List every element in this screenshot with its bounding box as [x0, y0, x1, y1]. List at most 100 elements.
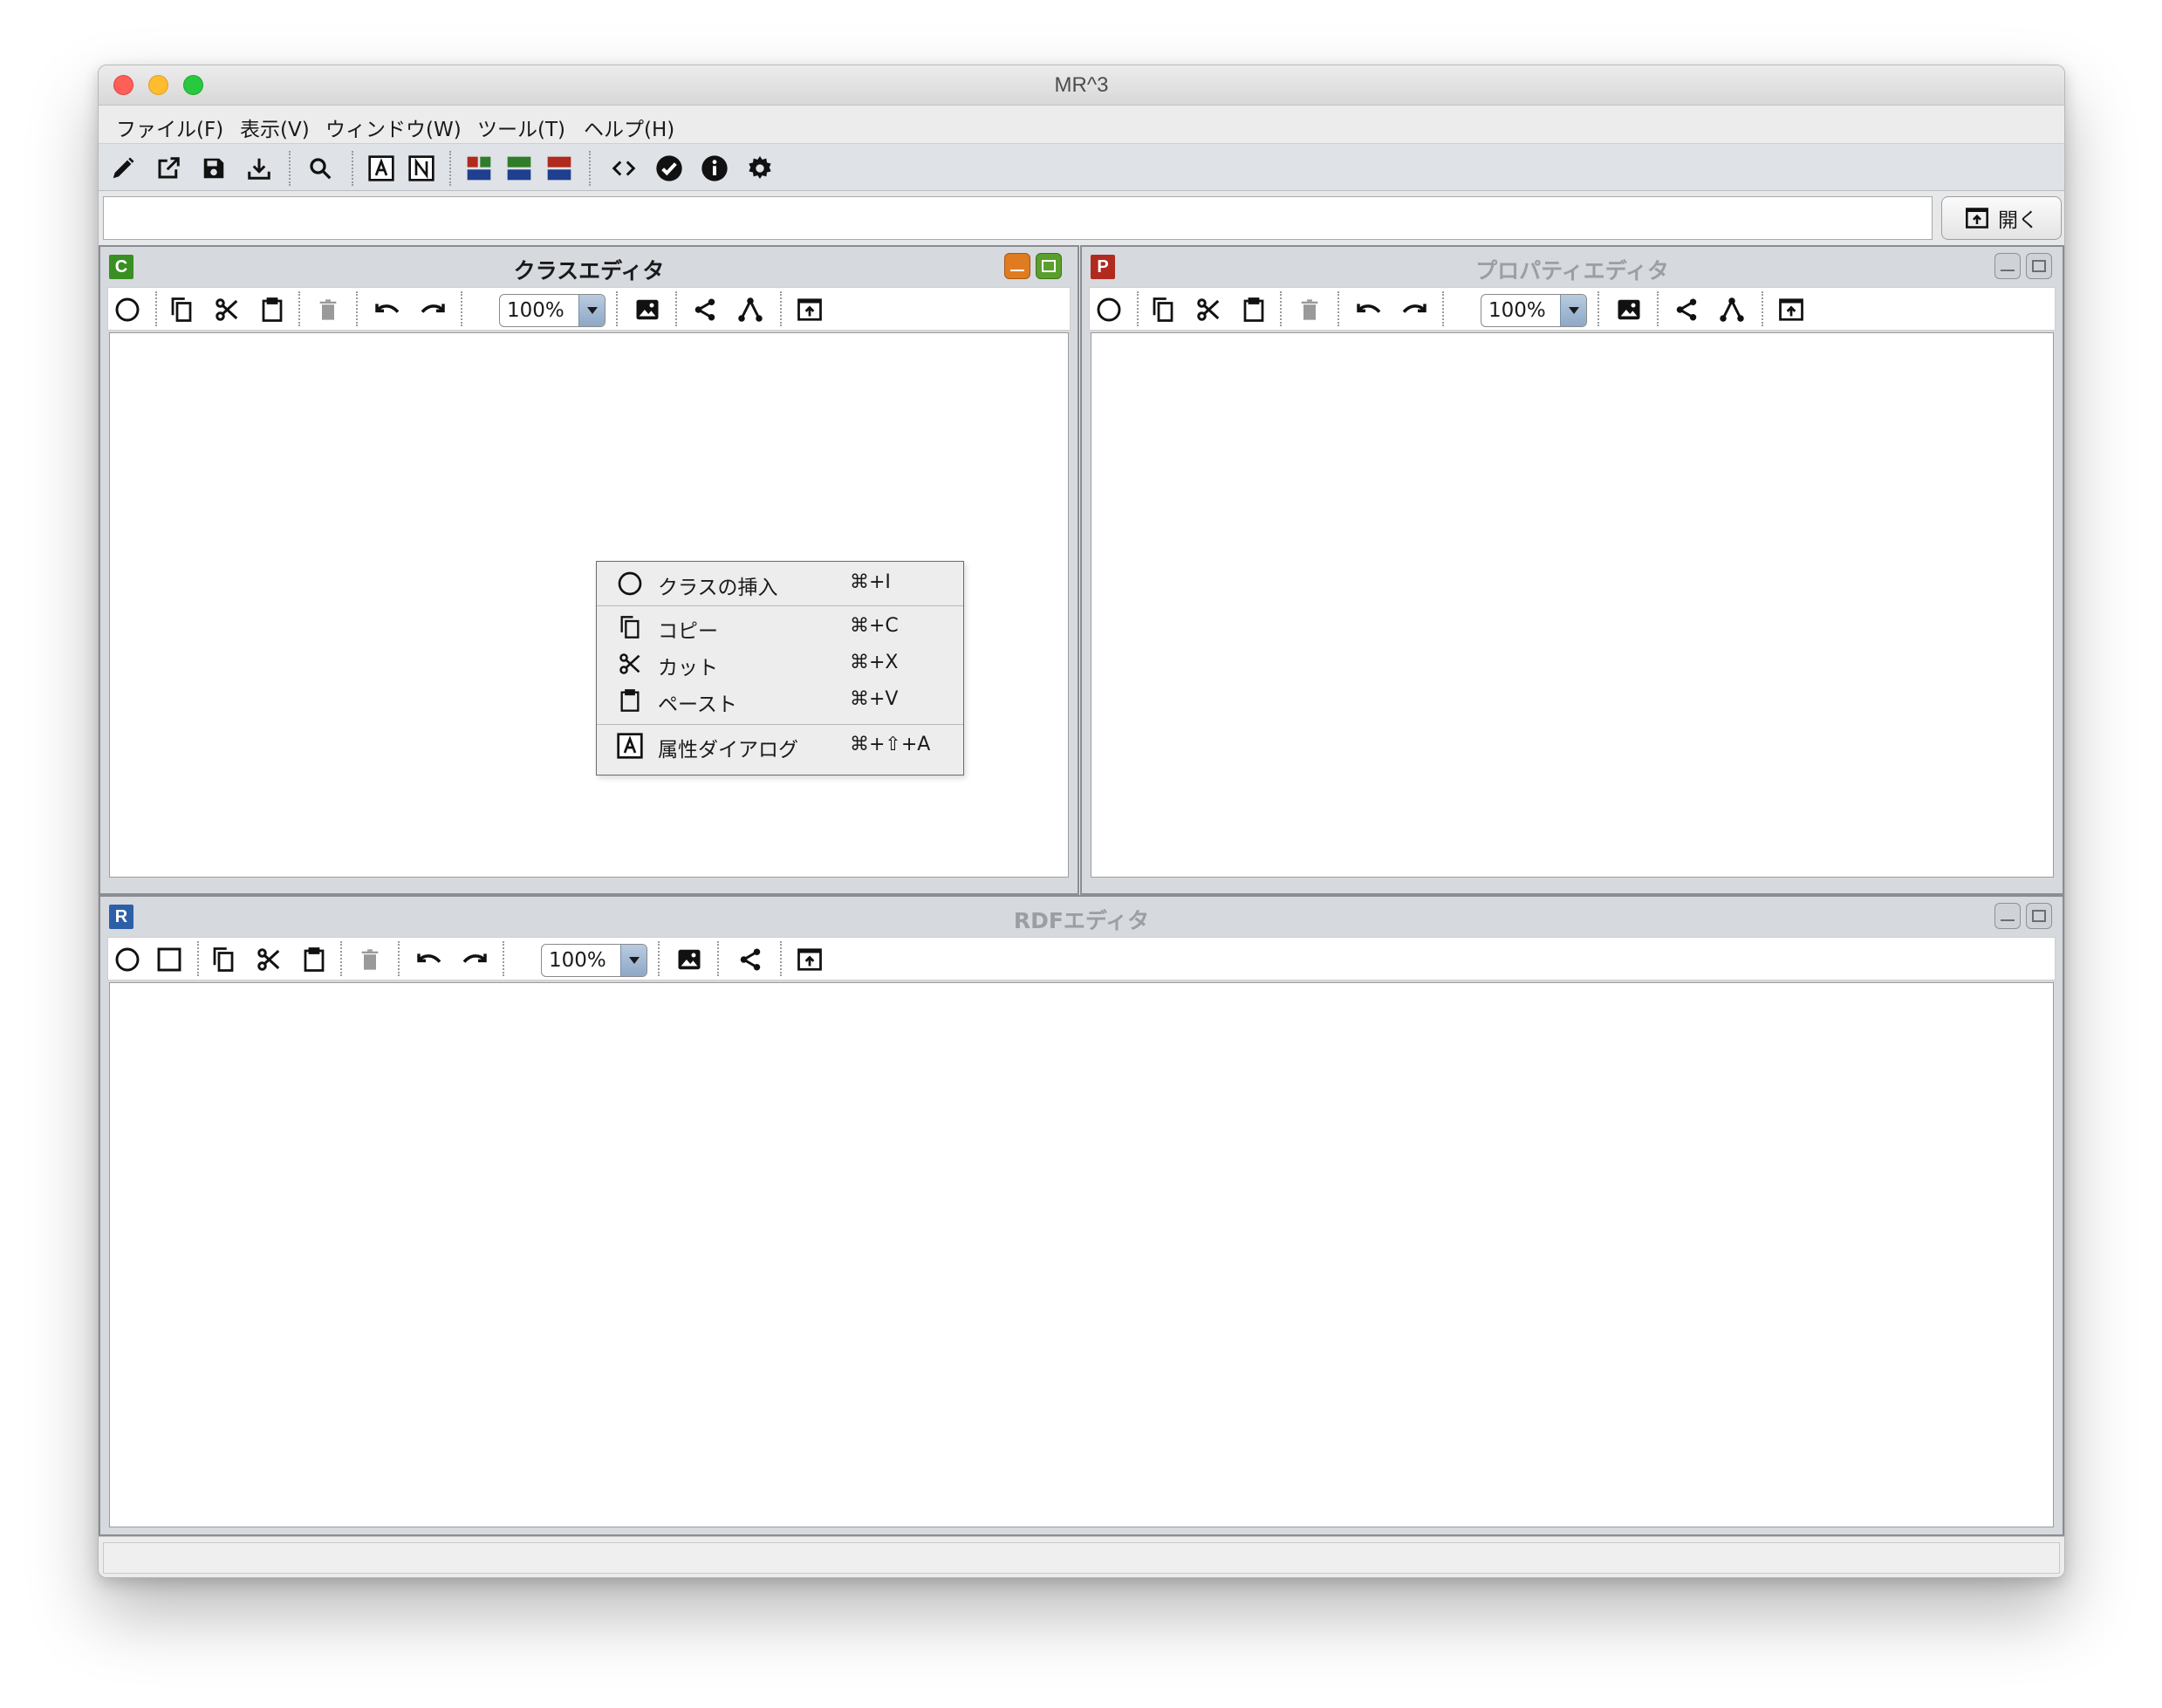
share-icon[interactable] [735, 944, 766, 975]
property-editor-titlebar[interactable]: P プロパティエディタ [1082, 247, 2063, 285]
class-editor-toolbar: 100% [107, 287, 1071, 331]
zoom-select[interactable]: 100% [499, 294, 605, 327]
menu-file[interactable]: ファイル(F) [116, 113, 223, 142]
menu-view[interactable]: 表示(V) [240, 113, 310, 142]
toolbar-separator [616, 291, 618, 326]
scissors-icon[interactable] [1193, 294, 1224, 325]
paste-icon[interactable] [298, 944, 330, 975]
toolbar-separator [461, 291, 462, 326]
paste-icon [616, 687, 644, 714]
layout-1-icon[interactable] [463, 153, 495, 184]
image-icon[interactable] [1613, 294, 1645, 325]
trash-icon[interactable] [354, 944, 386, 975]
toolbar-separator [1762, 291, 1763, 326]
rdf-editor-frame: R RDFエディタ 100% [99, 895, 2064, 1536]
property-editor-canvas[interactable] [1091, 332, 2054, 878]
share-icon[interactable] [1671, 294, 1702, 325]
chevron-down-icon [578, 295, 605, 326]
copy-icon[interactable] [166, 294, 197, 325]
scissors-icon[interactable] [253, 944, 284, 975]
image-icon[interactable] [674, 944, 705, 975]
export-icon[interactable] [794, 294, 825, 325]
share-icon[interactable] [689, 294, 721, 325]
insert-literal-icon[interactable] [154, 944, 185, 975]
download-icon[interactable] [243, 153, 275, 184]
toolbar-separator [155, 291, 157, 326]
redo-icon[interactable] [459, 944, 490, 975]
image-icon[interactable] [632, 294, 663, 325]
status-text [103, 1542, 2060, 1574]
menu-window[interactable]: ウィンドウ(W) [325, 113, 462, 142]
class-editor-maximize-button[interactable] [1036, 253, 1062, 279]
toolbar-separator [289, 151, 291, 186]
undo-icon[interactable] [372, 294, 403, 325]
insert-resource-icon[interactable] [112, 944, 143, 975]
menu-tools[interactable]: ツール(T) [477, 113, 565, 142]
box-a-icon[interactable] [366, 153, 397, 184]
open-external-icon[interactable] [153, 153, 184, 184]
trash-icon[interactable] [312, 294, 344, 325]
gear-icon[interactable] [744, 153, 776, 184]
search-icon[interactable] [304, 153, 336, 184]
rdf-editor-title: RDFエディタ [1013, 908, 1150, 933]
insert-property-icon[interactable] [1093, 294, 1125, 325]
paste-icon[interactable] [257, 294, 288, 325]
rdf-editor-maximize-button[interactable] [2026, 903, 2052, 929]
menu-help[interactable]: ヘルプ(H) [584, 113, 674, 142]
export-icon[interactable] [794, 944, 825, 975]
context-menu-item-cut[interactable]: カット ⌘+X [597, 644, 963, 680]
box-a-icon [616, 732, 644, 760]
open-button[interactable]: 開く [1941, 196, 2062, 240]
context-menu-item-insert-class[interactable]: クラスの挿入 ⌘+I [597, 564, 963, 599]
property-editor-toolbar: 100% [1089, 287, 2056, 331]
scissors-icon[interactable] [211, 294, 243, 325]
zoom-value: 100% [507, 299, 564, 322]
context-menu-separator [597, 605, 963, 606]
copy-icon[interactable] [1147, 294, 1179, 325]
box-n-icon[interactable] [406, 153, 437, 184]
property-editor-minimize-button[interactable] [1994, 253, 2021, 279]
open-label: 開く [1998, 209, 2038, 232]
undo-icon[interactable] [1353, 294, 1385, 325]
context-menu-item-attribute-dialog[interactable]: 属性ダイアログ ⌘+⇧+A [597, 726, 963, 762]
class-editor-titlebar[interactable]: C クラスエディタ [100, 247, 1078, 285]
context-menu-shortcut: ⌘+X [850, 652, 899, 673]
rdf-editor-canvas[interactable] [109, 982, 2054, 1527]
zoom-select[interactable]: 100% [541, 944, 647, 977]
hierarchy-icon[interactable] [1716, 294, 1748, 325]
insert-class-icon[interactable] [112, 294, 143, 325]
trash-icon[interactable] [1294, 294, 1325, 325]
copy-icon[interactable] [208, 944, 239, 975]
info-icon[interactable] [699, 153, 730, 184]
property-editor-maximize-button[interactable] [2026, 253, 2052, 279]
toolbar-separator [1338, 291, 1339, 326]
redo-icon[interactable] [417, 294, 448, 325]
check-circle-icon[interactable] [653, 153, 685, 184]
rdf-editor-titlebar[interactable]: R RDFエディタ [100, 897, 2063, 935]
pencil-icon[interactable] [107, 153, 139, 184]
zoom-select[interactable]: 100% [1481, 294, 1587, 327]
context-menu-item-copy[interactable]: コピー ⌘+C [597, 607, 963, 643]
title-bar: MR^3 [99, 65, 2064, 106]
context-menu-separator [597, 724, 963, 725]
save-icon[interactable] [198, 153, 229, 184]
redo-icon[interactable] [1399, 294, 1430, 325]
code-icon[interactable] [608, 153, 640, 184]
undo-icon[interactable] [414, 944, 445, 975]
url-input[interactable] [103, 196, 1933, 240]
layout-3-icon[interactable] [544, 153, 575, 184]
rdf-editor-toolbar: 100% [107, 937, 2056, 980]
toolbar-separator [717, 941, 719, 976]
paste-icon[interactable] [1238, 294, 1269, 325]
open-icon [1965, 207, 1989, 229]
toolbar-separator [675, 291, 677, 326]
export-icon[interactable] [1775, 294, 1807, 325]
context-menu-label: クラスの挿入 [658, 577, 778, 599]
hierarchy-icon[interactable] [735, 294, 766, 325]
rdf-editor-minimize-button[interactable] [1994, 903, 2021, 929]
status-bar [99, 1536, 2064, 1577]
class-editor-minimize-button[interactable] [1004, 253, 1030, 279]
context-menu-item-paste[interactable]: ペースト ⌘+V [597, 680, 963, 716]
toolbar-separator [589, 151, 591, 186]
layout-2-icon[interactable] [503, 153, 535, 184]
